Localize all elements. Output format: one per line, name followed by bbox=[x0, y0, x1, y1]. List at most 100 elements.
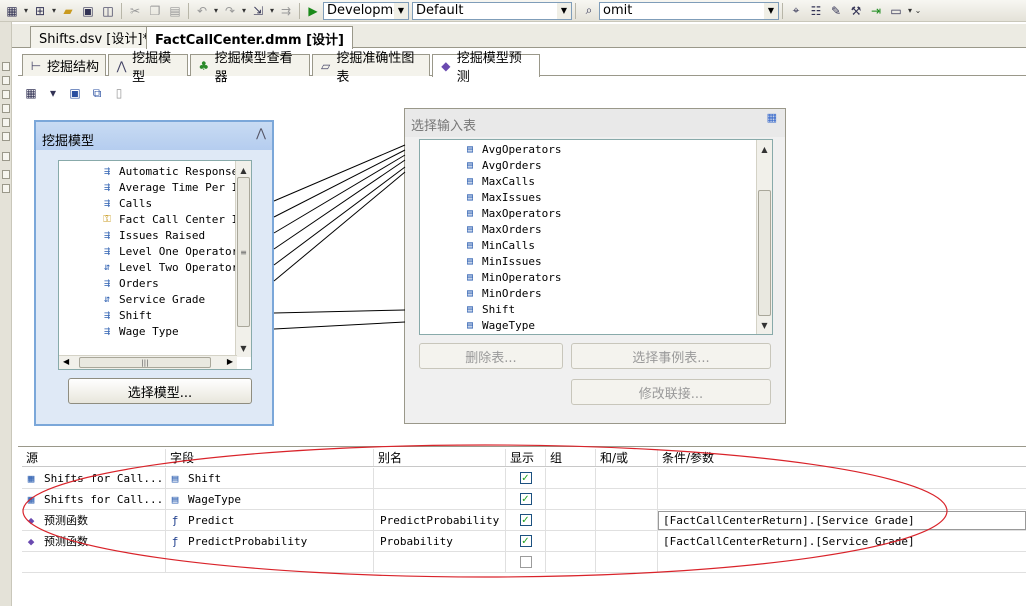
start-debug-icon[interactable]: ▶ bbox=[303, 2, 323, 20]
open-folder-icon[interactable]: ▰ bbox=[58, 2, 78, 20]
navigate-forward-icon[interactable]: ⇉ bbox=[276, 2, 296, 20]
scroll-thumb[interactable]: ≡ bbox=[237, 177, 250, 327]
navigate-dropdown[interactable]: ▾ bbox=[268, 6, 276, 15]
window-icon[interactable]: ▭ bbox=[886, 2, 906, 20]
input-table-column-item[interactable]: ▤ MinOperators bbox=[462, 269, 562, 285]
mining-model-column-item[interactable]: ⇶ Calls bbox=[99, 195, 245, 211]
toolbar-overflow-icon[interactable]: ⌄ bbox=[914, 6, 922, 15]
new-project-dropdown[interactable]: ▾ bbox=[22, 6, 30, 15]
grid-cell-and-or[interactable] bbox=[596, 531, 658, 551]
mining-model-vertical-scrollbar[interactable]: ▲ ≡ ▼ bbox=[235, 161, 251, 357]
table-row[interactable]: ◆ 预测函数 ƒ PredictProbability Probability ✓ [Fac… bbox=[22, 531, 1026, 552]
grid-cell-source[interactable]: ◆ 预测函数 bbox=[22, 531, 166, 551]
mining-model-column-item[interactable]: ⇵ Service Grade bbox=[99, 291, 245, 307]
switch-view-dropdown[interactable]: ▾ bbox=[44, 84, 62, 102]
criteria-input[interactable]: [FactCallCenterReturn].[Service Grade] bbox=[658, 532, 1026, 551]
grid-cell-criteria[interactable] bbox=[658, 468, 1026, 488]
input-table-column-item[interactable]: ▤ AvgOrders bbox=[462, 157, 561, 173]
scroll-thumb[interactable]: ||| bbox=[79, 357, 211, 368]
select-model-button[interactable]: 选择模型... bbox=[68, 378, 252, 404]
grid-cell-alias[interactable]: PredictProbability bbox=[374, 510, 506, 530]
grid-cell-criteria[interactable] bbox=[658, 552, 1026, 572]
copy-icon[interactable]: ❐ bbox=[145, 2, 165, 20]
chevron-down-icon[interactable]: ▼ bbox=[557, 2, 571, 19]
mining-model-column-list[interactable]: ⇶ Automatic Responses ⇶ Average Time Per Is… bbox=[58, 160, 252, 370]
grid-cell-field[interactable]: ƒ PredictProbability bbox=[166, 531, 374, 551]
mining-model-column-item[interactable]: ⇶ Wage Type bbox=[99, 323, 245, 339]
scroll-down-icon[interactable]: ▼ bbox=[757, 318, 772, 332]
grid-cell-and-or[interactable] bbox=[596, 510, 658, 530]
save-all-icon[interactable]: ◫ bbox=[98, 2, 118, 20]
grid-cell-show[interactable] bbox=[506, 552, 546, 572]
mining-model-column-item[interactable]: ⇶ Shift bbox=[99, 307, 245, 323]
show-checkbox[interactable]: ✓ bbox=[519, 472, 532, 484]
grid-cell-alias[interactable] bbox=[374, 489, 506, 509]
save-icon[interactable]: ▣ bbox=[78, 2, 98, 20]
grid-cell-alias[interactable] bbox=[374, 552, 506, 572]
input-table-column-item[interactable]: ▤ MaxIssues bbox=[462, 189, 561, 205]
grid-cell-field[interactable]: ƒ Predict bbox=[166, 510, 374, 530]
input-table-column-item[interactable]: ▤ MaxOperators bbox=[462, 205, 562, 221]
window-dropdown[interactable]: ▾ bbox=[906, 6, 914, 15]
dock-tab-icon[interactable] bbox=[2, 62, 10, 71]
redo-icon[interactable]: ↷ bbox=[220, 2, 240, 20]
tab-mining-structure[interactable]: ⊢ 挖掘结构 bbox=[22, 54, 106, 76]
show-checkbox[interactable]: ✓ bbox=[519, 535, 532, 547]
new-project-icon[interactable]: ▦ bbox=[2, 2, 22, 20]
grid-cell-source[interactable]: ▦ Shifts for Call... bbox=[22, 468, 166, 488]
table-row[interactable]: ▦ Shifts for Call... ▤ Shift ✓ bbox=[22, 468, 1026, 489]
grid-cell-criteria[interactable]: [FactCallCenterReturn].[Service Grade] bbox=[658, 510, 1026, 530]
grid-cell-field[interactable] bbox=[166, 552, 374, 572]
grid-cell-group[interactable] bbox=[546, 552, 596, 572]
criteria-input[interactable]: [FactCallCenterReturn].[Service Grade] bbox=[658, 510, 1026, 530]
add-item-dropdown[interactable]: ▾ bbox=[50, 6, 58, 15]
add-item-icon[interactable]: ⊞ bbox=[30, 2, 50, 20]
input-table-column-list[interactable]: ▤ AvgOperators ▤ AvgOrders ▤ MaxCalls ▤ MaxIssu… bbox=[419, 139, 773, 335]
properties-icon[interactable]: ☷ bbox=[806, 2, 826, 20]
scroll-right-icon[interactable]: ▶ bbox=[227, 357, 233, 366]
dock-tab-icon[interactable] bbox=[2, 170, 10, 179]
grid-cell-and-or[interactable] bbox=[596, 468, 658, 488]
save-query-result-icon[interactable]: ▣ bbox=[66, 84, 84, 102]
navigate-icon[interactable]: ⇲ bbox=[248, 2, 268, 20]
switch-view-icon[interactable]: ▦ bbox=[22, 84, 40, 102]
show-checkbox[interactable] bbox=[519, 556, 532, 568]
grid-cell-criteria[interactable]: [FactCallCenterReturn].[Service Grade] bbox=[658, 531, 1026, 551]
dock-tab-icon[interactable] bbox=[2, 76, 10, 85]
paste-icon[interactable]: ▤ bbox=[165, 2, 185, 20]
mining-model-column-item[interactable]: ⇶ Issues Raised bbox=[99, 227, 245, 243]
grid-cell-and-or[interactable] bbox=[596, 489, 658, 509]
scroll-thumb[interactable] bbox=[758, 190, 771, 316]
tab-shifts-dsv[interactable]: Shifts.dsv [设计]* bbox=[30, 26, 158, 48]
tab-mining-accuracy-chart[interactable]: ▱ 挖掘准确性图表 bbox=[312, 51, 430, 85]
scroll-left-icon[interactable]: ◀ bbox=[63, 357, 69, 366]
grid-cell-group[interactable] bbox=[546, 531, 596, 551]
scroll-up-icon[interactable]: ▲ bbox=[236, 163, 251, 177]
find-in-files-icon[interactable]: ⌕ bbox=[579, 2, 599, 20]
dock-tab-icon[interactable] bbox=[2, 104, 10, 113]
grid-cell-field[interactable]: ▤ Shift bbox=[166, 468, 374, 488]
input-table-column-item[interactable]: ▤ MinCalls bbox=[462, 237, 561, 253]
dock-tab-icon[interactable] bbox=[2, 184, 10, 193]
undo-dropdown[interactable]: ▾ bbox=[212, 6, 220, 15]
find-icon[interactable]: ⌖ bbox=[786, 2, 806, 20]
dock-tab-icon[interactable] bbox=[2, 132, 10, 141]
grid-cell-show[interactable]: ✓ bbox=[506, 468, 546, 488]
show-checkbox[interactable]: ✓ bbox=[519, 493, 532, 505]
grid-cell-group[interactable] bbox=[546, 468, 596, 488]
grid-cell-show[interactable]: ✓ bbox=[506, 531, 546, 551]
solution-platform-combo[interactable]: Default ▼ bbox=[412, 1, 572, 20]
chevron-down-icon[interactable]: ▼ bbox=[764, 2, 778, 19]
table-row[interactable] bbox=[22, 552, 1026, 573]
grid-cell-source[interactable]: ◆ 预测函数 bbox=[22, 510, 166, 530]
show-checkbox[interactable]: ✓ bbox=[519, 514, 532, 526]
mining-model-column-item[interactable]: ⇶ Average Time Per Is bbox=[99, 179, 245, 195]
find-combo[interactable]: omit ▼ bbox=[599, 1, 779, 20]
input-table-column-item[interactable]: ▤ MinIssues bbox=[462, 253, 561, 269]
redo-dropdown[interactable]: ▾ bbox=[240, 6, 248, 15]
mining-model-column-item[interactable]: ⇶ Orders bbox=[99, 275, 245, 291]
mining-model-column-item[interactable]: ⇶ Automatic Responses bbox=[99, 163, 245, 179]
input-table-column-item[interactable]: ▤ MinOrders bbox=[462, 285, 561, 301]
undo-icon[interactable]: ↶ bbox=[192, 2, 212, 20]
grid-cell-and-or[interactable] bbox=[596, 552, 658, 572]
